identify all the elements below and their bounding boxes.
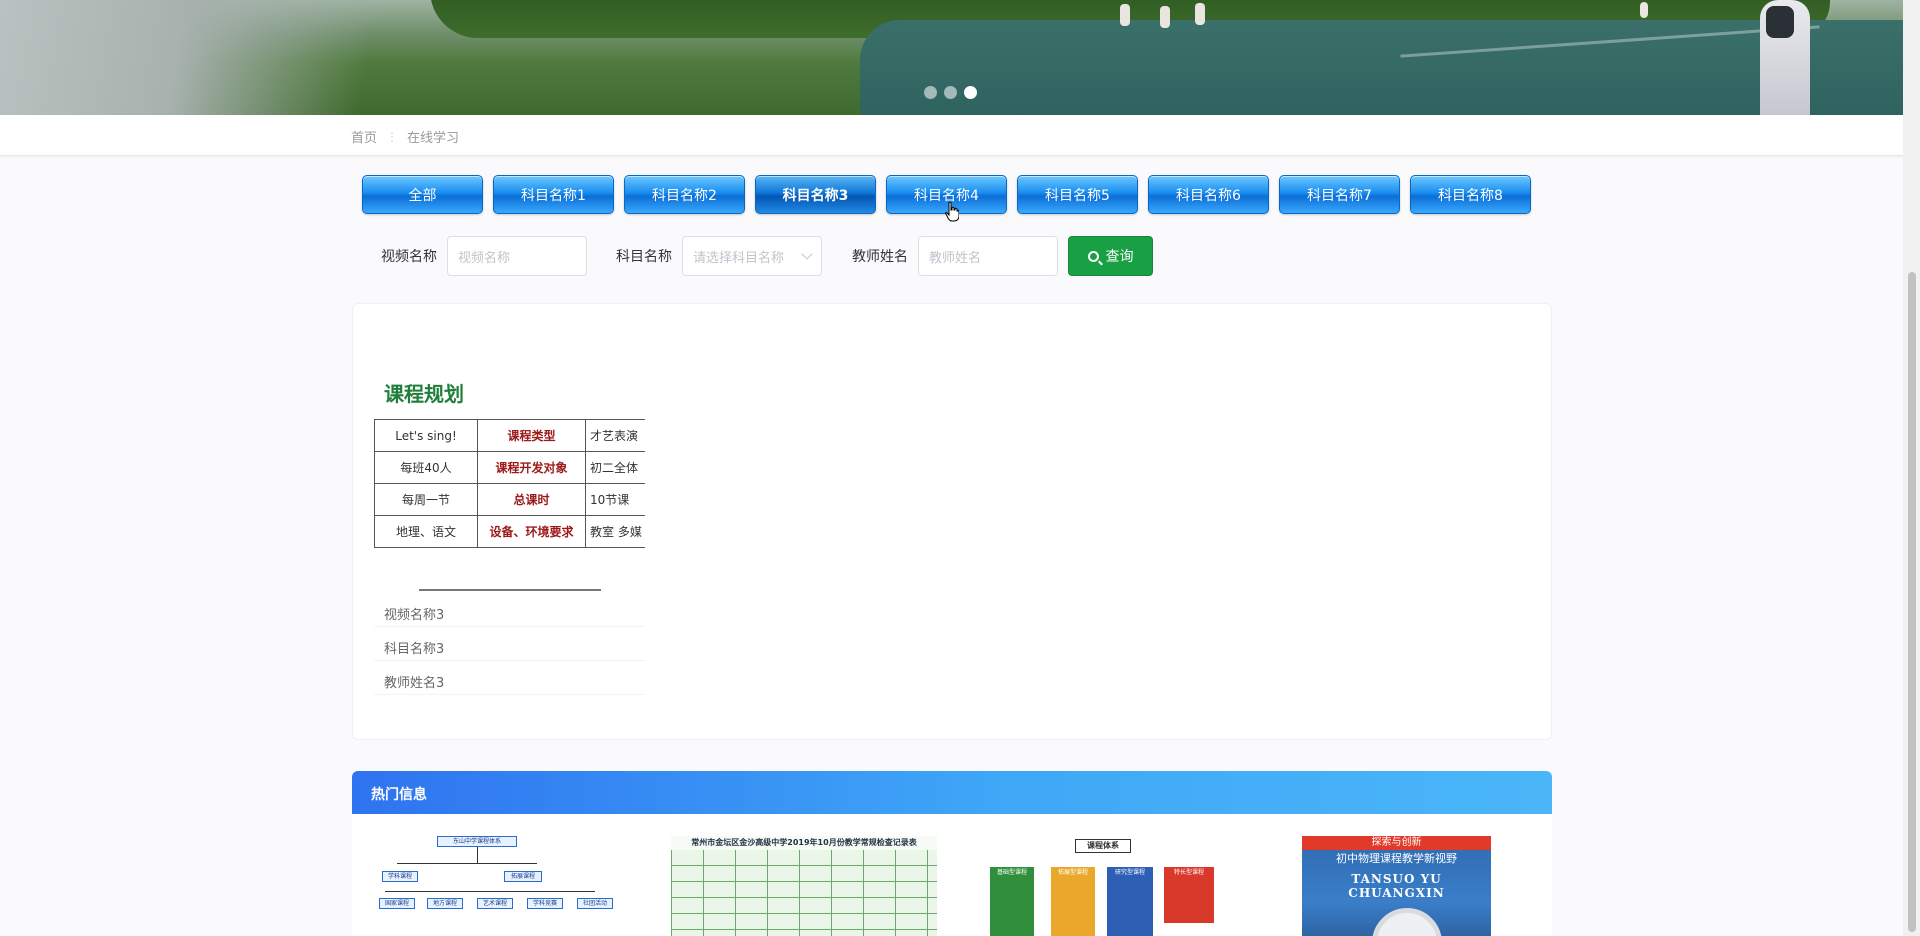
breadcrumb-current: 在线学习 [407, 131, 460, 146]
curriculum-column-label: 拓展型课程 [1057, 869, 1088, 876]
tab-subject-1[interactable]: 科目名称1 [493, 175, 614, 214]
hand-cursor-icon [945, 202, 959, 222]
book-pinyin: TANSUO YU CHUANGXIN [1348, 872, 1445, 900]
org-node: 艺术课程 [477, 898, 513, 909]
banner-student [1120, 4, 1130, 26]
chevron-down-icon [801, 248, 813, 260]
tab-subject-2[interactable]: 科目名称2 [624, 175, 745, 214]
card-video-name: 视频名称3 [374, 600, 645, 627]
table-cell: 初二全体 [585, 451, 645, 484]
course-card[interactable]: 课程规划 Let's sing! 课程类型 才艺表演 每班40人 课程开发对象 … [374, 375, 645, 705]
banner-student [1160, 6, 1170, 28]
course-thumbnail: 课程规划 Let's sing! 课程类型 才艺表演 每班40人 课程开发对象 … [374, 375, 645, 595]
tab-subject-3[interactable]: 科目名称3 [755, 175, 876, 214]
card-teacher-name: 教师姓名3 [374, 668, 645, 695]
video-name-input[interactable]: 视频名称 [447, 236, 587, 276]
tab-subject-5[interactable]: 科目名称5 [1017, 175, 1138, 214]
tab-subject-7[interactable]: 科目名称7 [1279, 175, 1400, 214]
banner-court [860, 20, 1903, 115]
curriculum-column-label: 研究型课程 [1114, 869, 1145, 876]
table-cell: Let's sing! [374, 419, 478, 452]
breadcrumb-separator: ⋮ [386, 129, 399, 144]
book-headline-text: 探索与创新 [1371, 837, 1422, 848]
curriculum-column-label: 基础型课程 [996, 869, 1027, 876]
carousel-dot-2[interactable] [944, 86, 957, 99]
hot-item-2[interactable]: 常州市金坛区金沙高级中学2019年10月份教学常规检查记录表 [671, 836, 937, 936]
org-connector [477, 847, 478, 863]
org-node: 社团活动 [577, 898, 613, 909]
tab-all[interactable]: 全部 [362, 175, 483, 214]
search-icon [1087, 250, 1099, 262]
hot-info-title: 热门信息 [371, 787, 427, 803]
table-cell: 课程类型 [477, 419, 586, 452]
table-cell: 才艺表演 [585, 419, 645, 452]
table-cell: 设备、环境要求 [477, 515, 586, 548]
org-node: 学科课程 [382, 871, 418, 882]
spreadsheet-thumbnail [671, 836, 937, 936]
org-connector [385, 891, 595, 892]
subject-select-placeholder: 请选择科目名称 [693, 250, 785, 266]
table-cell: 每周一节 [374, 483, 478, 516]
carousel-dot-1[interactable] [924, 86, 937, 99]
curriculum-title: 课程体系 [1075, 839, 1131, 853]
carousel-dot-3[interactable] [964, 86, 977, 99]
breadcrumb: 首页 ⋮ 在线学习 [351, 127, 460, 147]
hot-info-list: 东山中学课程体系 学科课程 拓展课程 国家课程 地方课程 艺术课程 学科竞赛 社… [352, 814, 1552, 936]
tab-subject-8[interactable]: 科目名称8 [1410, 175, 1531, 214]
table-cell: 10节课 [585, 483, 645, 516]
query-button[interactable]: 查询 [1068, 236, 1153, 276]
search-form: 视频名称 视频名称 科目名称 请选择科目名称 教师姓名 教师姓名 查询 [381, 236, 1153, 276]
course-plan-table: Let's sing! 课程类型 才艺表演 每班40人 课程开发对象 初二全体 … [374, 419, 645, 548]
table-row: 每周一节 总课时 10节课 [374, 483, 645, 516]
table-row: 每班40人 课程开发对象 初二全体 [374, 451, 645, 484]
subject-name-label: 科目名称 [616, 249, 672, 265]
table-cell: 教室 多媒 [585, 515, 645, 548]
org-node: 国家课程 [379, 898, 415, 909]
card-subject-name: 科目名称3 [374, 634, 645, 661]
table-row: Let's sing! 课程类型 才艺表演 [374, 419, 645, 452]
table-cell: 每班40人 [374, 451, 478, 484]
table-cell: 课程开发对象 [477, 451, 586, 484]
hero-banner [0, 0, 1903, 115]
table-cell: 总课时 [477, 483, 586, 516]
subject-select[interactable]: 请选择科目名称 [682, 236, 822, 276]
tab-subject-6[interactable]: 科目名称6 [1148, 175, 1269, 214]
teacher-name-label: 教师姓名 [852, 249, 908, 265]
clock-icon [1372, 908, 1442, 936]
scrollbar-thumb[interactable] [1908, 272, 1916, 932]
org-node: 地方课程 [427, 898, 463, 909]
org-connector [397, 863, 537, 864]
banner-student [1195, 3, 1205, 25]
breadcrumb-home[interactable]: 首页 [351, 127, 377, 146]
hot-info-header: 热门信息 [352, 771, 1552, 814]
book-subtitle: 初中物理课程教学新视野 [1336, 852, 1457, 865]
banner-backpack [1766, 6, 1794, 38]
banner-student [1640, 2, 1648, 18]
video-name-label: 视频名称 [381, 249, 437, 265]
org-node: 拓展课程 [504, 871, 542, 882]
teacher-name-input[interactable]: 教师姓名 [918, 236, 1058, 276]
curriculum-column-label: 特长型课程 [1173, 869, 1204, 876]
carousel-indicators [924, 86, 977, 99]
sheet-title: 常州市金坛区金沙高级中学2019年10月份教学常规检查记录表 [671, 836, 937, 850]
book-cover: 探索与创新 初中物理课程教学新视野 TANSUO YU CHUANGXIN [1302, 836, 1491, 936]
org-node: 学科竞赛 [527, 898, 563, 909]
book-headline: 探索与创新 [1302, 836, 1491, 850]
course-plan-title: 课程规划 [384, 382, 464, 406]
table-row: 地理、语文 设备、环境要求 教室 多媒 [374, 515, 645, 548]
divider [419, 589, 601, 591]
query-button-label: 查询 [1105, 249, 1134, 265]
breadcrumb-bar: 首页 ⋮ 在线学习 [0, 115, 1903, 156]
hot-item-1[interactable]: 东山中学课程体系 学科课程 拓展课程 国家课程 地方课程 艺术课程 学科竞赛 社… [377, 836, 627, 936]
hot-item-3[interactable]: 课程体系 基础型课程 拓展型课程 研究型课程 特长型课程 [968, 836, 1232, 936]
table-cell: 地理、语文 [374, 515, 478, 548]
org-node: 东山中学课程体系 [437, 836, 517, 847]
hot-item-4[interactable]: 探索与创新 初中物理课程教学新视野 TANSUO YU CHUANGXIN [1302, 836, 1491, 936]
